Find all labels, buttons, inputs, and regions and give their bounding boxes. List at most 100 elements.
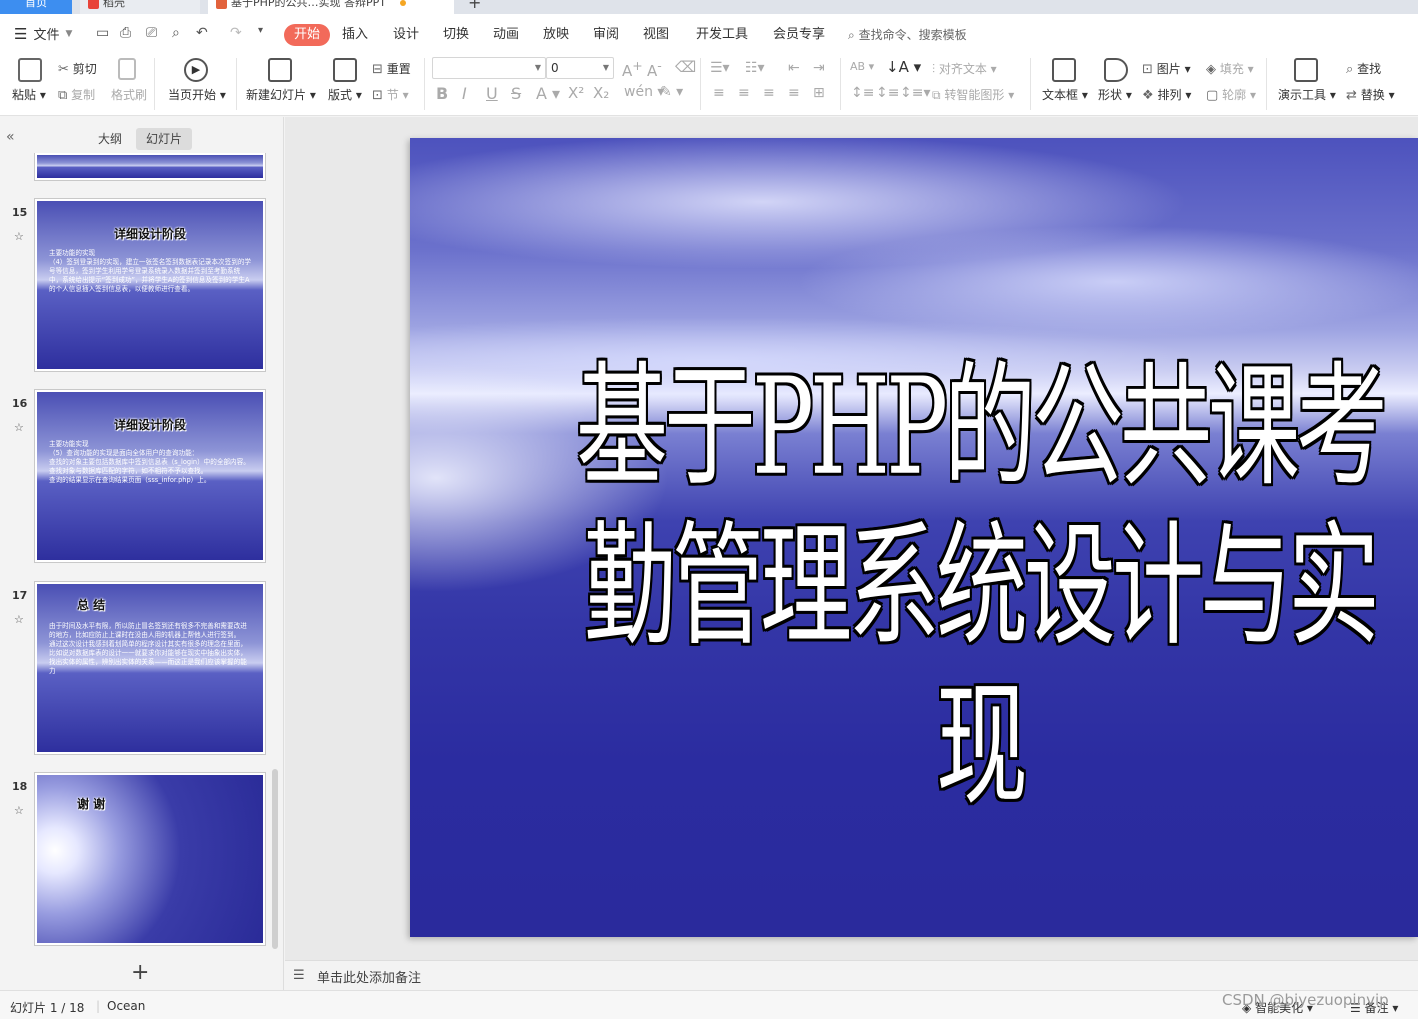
underline-icon[interactable]: U [486,84,498,103]
paragraph-spacing-icon[interactable]: ↕≡ [876,85,899,101]
chevron-down-icon: ▼ [602,63,609,72]
spacing-menu-icon[interactable]: ↕≡▾ [900,85,931,101]
align-center-icon[interactable]: ≡ [738,85,750,101]
new-tab-button[interactable]: + [460,0,484,14]
slide-thumbnail-17[interactable]: 总 结 由于时间及水平有限，所以防止冒名签到还有很多不完善和需要改进的地方，比如… [34,581,266,755]
paste-icon[interactable] [18,58,42,82]
tab-design[interactable]: 设计 [393,24,419,46]
paste-button[interactable]: 粘贴 ▾ [12,86,46,103]
tab-slides[interactable]: 幻灯片 [136,128,193,150]
font-size-select[interactable]: 0 ▼ [546,57,614,79]
section-button[interactable]: ⊡ 节 ▾ [372,86,409,103]
justify-icon[interactable]: ≡ [788,85,800,101]
highlight-icon[interactable]: ✎ ▾ [660,84,683,100]
format-painter-button[interactable]: 格式刷 [111,86,147,103]
copy-button[interactable]: ⧉ 复制 [58,86,95,103]
slide-thumbnail-14[interactable] [34,153,266,181]
theme-name[interactable]: Ocean [107,999,145,1013]
find-button[interactable]: ⌕ 查找 [1346,60,1381,77]
decrease-font-icon[interactable]: A- [647,58,662,80]
decrease-indent-icon[interactable]: ⇤ [788,60,800,76]
align-text-label: 对齐文本 [938,62,987,76]
tab-review[interactable]: 审阅 [593,24,619,46]
print-icon[interactable]: ⎚ [146,25,157,41]
layout-button[interactable]: 版式 ▾ [328,86,362,103]
tab-docer[interactable]: 稻壳 [80,0,200,14]
undo-icon[interactable]: ↶ [196,25,208,41]
quick-access-more-icon[interactable]: ▾ [258,25,263,36]
tab-home[interactable]: 首页 [0,0,72,14]
tab-transition[interactable]: 切换 [443,24,469,46]
tab-view[interactable]: 视图 [643,24,669,46]
shape-label: 形状 [1098,88,1123,102]
slide-thumbnail-15[interactable]: 详细设计阶段 主要功能的实现 （4）签到登录到的实现，建立一张签名签到数据表记录… [34,198,266,372]
format-painter-label: 格式刷 [111,88,148,102]
arrange-button[interactable]: ❖ 排列 ▾ [1142,86,1191,103]
bullet-list-icon[interactable]: ☰▾ [710,60,730,76]
fill-button[interactable]: ◈ 填充 ▾ [1206,60,1254,77]
picture-button[interactable]: ⊡ 图片 ▾ [1142,60,1191,77]
tab-start[interactable]: 开始 [284,24,331,46]
font-name-select[interactable]: ▼ [432,57,546,79]
distribute-icon[interactable]: ⊞ [813,85,825,101]
cut-button[interactable]: ✂ 剪切 [58,60,97,77]
increase-font-icon[interactable]: A+ [622,58,643,80]
tab-outline[interactable]: 大纲 [88,128,132,150]
current-slide[interactable]: 基于PHP的公共课考勤管理系统设计与实现 [410,138,1418,937]
save-icon[interactable]: ▭ [96,25,109,41]
collapse-panel-icon[interactable]: « [6,129,15,145]
ribbon-divider [840,58,841,110]
text-direction-icon[interactable]: AB ▾ [850,60,874,73]
font-size-value: 0 [551,61,559,75]
tab-insert[interactable]: 插入 [342,24,368,46]
tab-slideshow[interactable]: 放映 [543,24,569,46]
tab-current-file[interactable]: 基于PHP的公共…实现 答辩PPT [208,0,454,14]
slide-title[interactable]: 基于PHP的公共课考勤管理系统设计与实现 [550,348,1410,827]
bold-icon[interactable]: B [436,84,448,103]
font-color-icon[interactable]: A ▾ [536,84,560,103]
export-pdf-icon[interactable]: ⎙ [120,25,131,41]
redo-icon[interactable]: ↷ [230,25,242,41]
subscript-icon[interactable]: X₂ [593,84,609,102]
ribbon-divider [236,58,237,110]
shape-button[interactable]: 形状 ▾ [1098,86,1132,103]
print-preview-icon[interactable]: ⌕ [172,25,180,41]
textbox-label: 文本框 [1042,88,1079,102]
align-left-icon[interactable]: ≡ [713,85,725,101]
tab-member[interactable]: 会员专享 [773,24,825,46]
present-tools-button[interactable]: 演示工具 ▾ [1278,86,1336,103]
add-slide-button[interactable]: + [131,960,149,985]
replace-button[interactable]: ⇄ 替换 ▾ [1346,86,1395,103]
sort-icon[interactable]: ↓A ▾ [886,58,921,76]
tab-animation[interactable]: 动画 [493,24,519,46]
notes-area[interactable]: ☰ 单击此处添加备注 [285,960,1418,990]
thumb-title: 总 结 [77,598,106,612]
align-right-icon[interactable]: ≡ [763,85,775,101]
search-icon: ⌕ [848,28,855,42]
ribbon-divider [154,58,155,110]
clear-format-icon[interactable]: ⌫ [675,58,696,76]
outline-button[interactable]: ▢ 轮廓 ▾ [1206,86,1256,103]
strikethrough-icon[interactable]: S [511,84,521,103]
docer-icon [88,0,99,9]
file-menu[interactable]: ☰ 文件 ▼ [14,24,72,44]
increase-indent-icon[interactable]: ⇥ [813,60,825,76]
textbox-button[interactable]: 文本框 ▾ [1042,86,1088,103]
superscript-icon[interactable]: X² [568,84,584,102]
command-search[interactable]: ⌕ 查找命令、搜索模板 [848,24,967,46]
thumb-title: 详细设计阶段 [113,418,186,432]
slides-panel-scrollbar[interactable] [272,769,278,949]
phonetic-icon[interactable]: wén ▾ [624,84,664,100]
line-spacing-icon[interactable]: ↕≡ [851,85,874,101]
tab-developer[interactable]: 开发工具 [696,24,748,46]
align-text-button[interactable]: ⫶ 对齐文本 ▾ [932,60,997,77]
slide-thumbnail-16[interactable]: 详细设计阶段 主要功能实现 （5）查询功能的实现是面向全体用户的查询功能： 查找… [34,389,266,563]
new-slide-button[interactable]: 新建幻灯片 ▾ [246,86,316,103]
section-icon: ⊡ [372,88,383,103]
numbered-list-icon[interactable]: ☷▾ [745,60,765,76]
slide-thumbnail-18[interactable]: 谢 谢 [34,772,266,946]
reset-button[interactable]: ⊟ 重置 [372,60,411,77]
smart-art-button[interactable]: ⧉ 转智能图形 ▾ [932,86,1014,103]
italic-icon[interactable]: I [462,84,467,103]
from-current-button[interactable]: 当页开始 ▾ [168,86,226,103]
